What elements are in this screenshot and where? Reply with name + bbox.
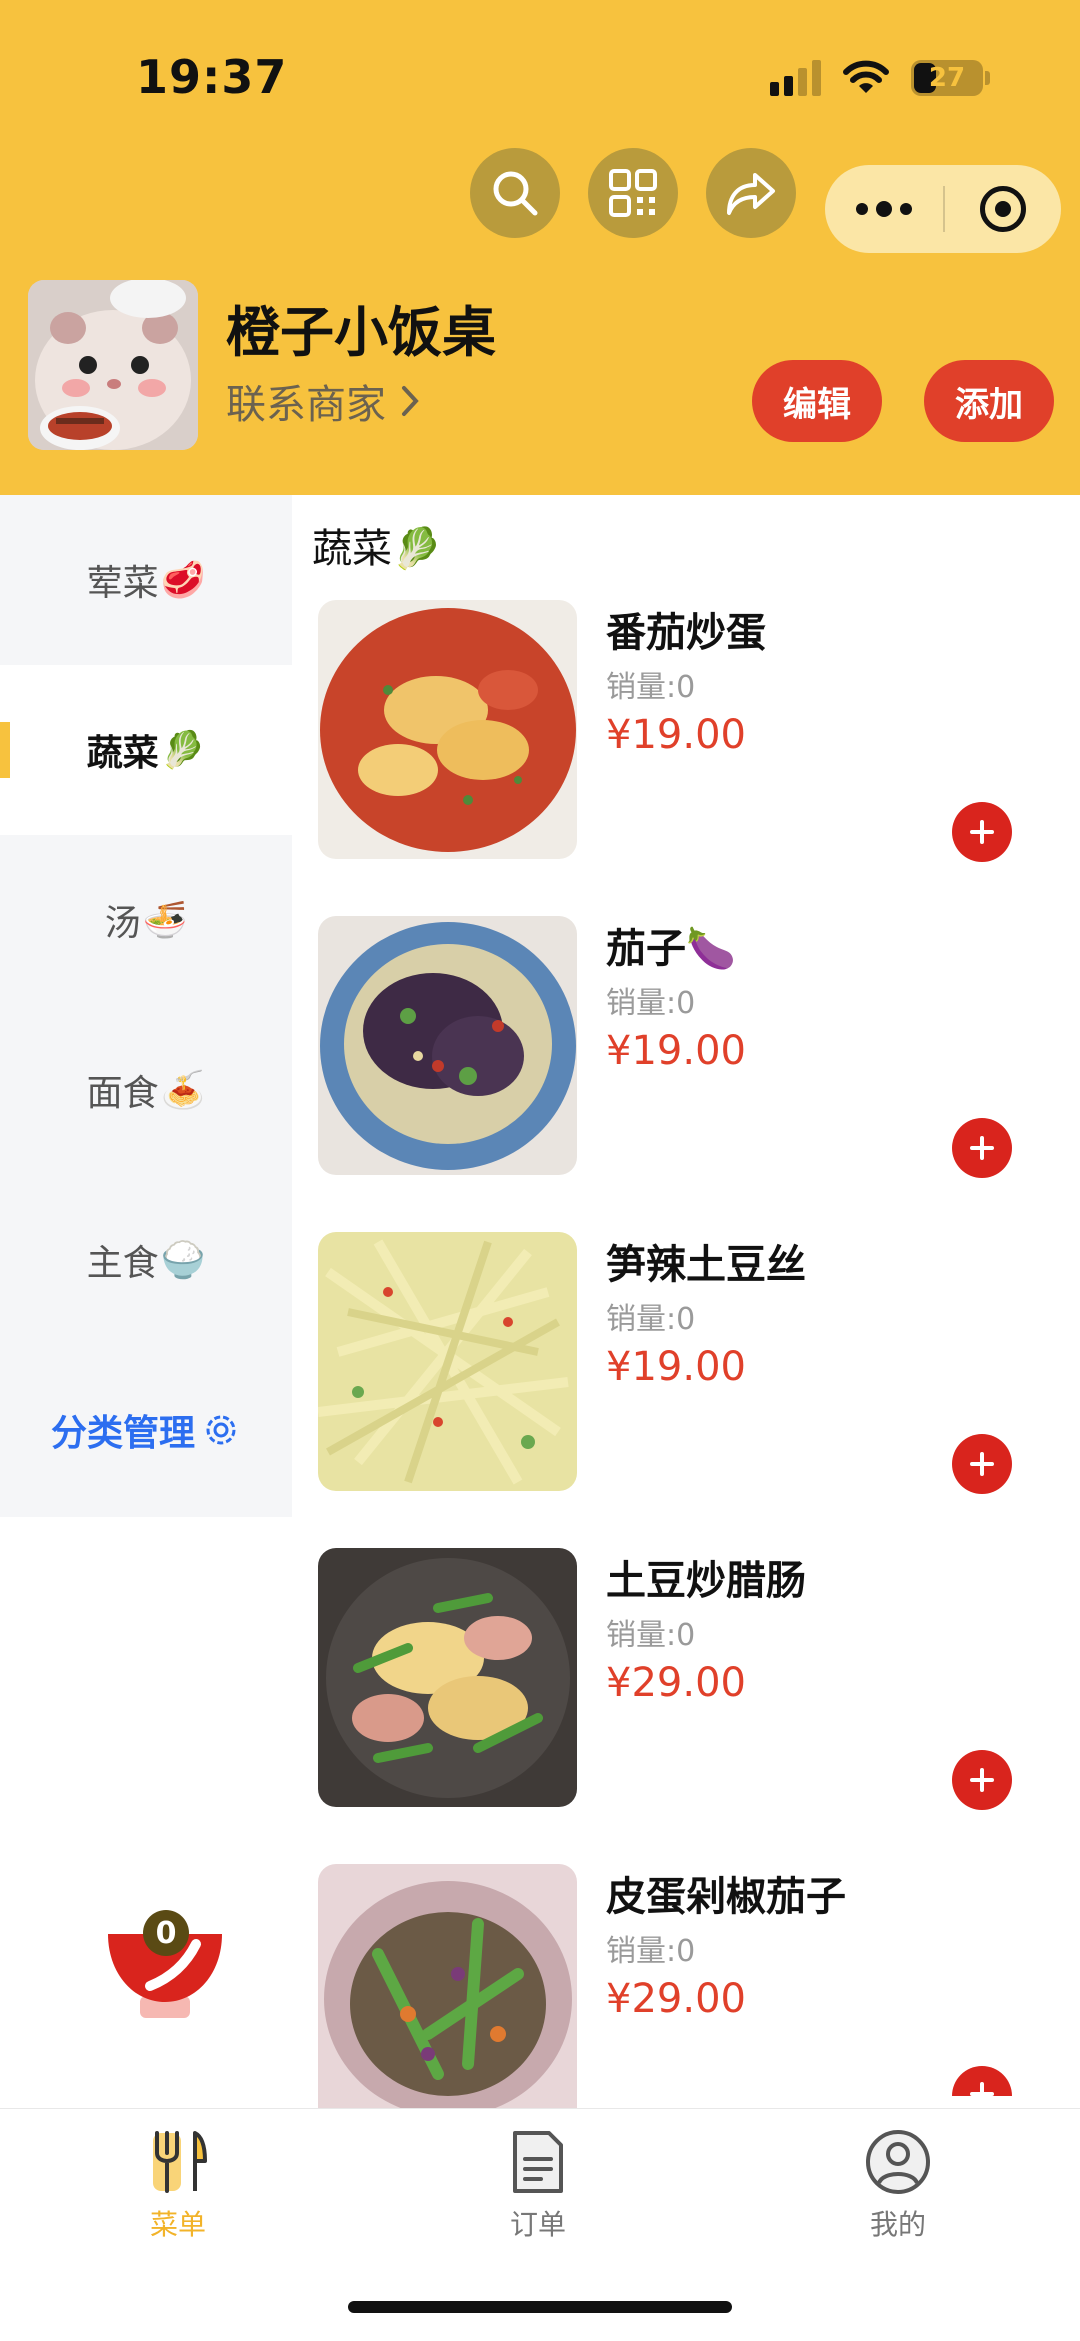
plus-icon	[970, 1768, 994, 1792]
dish-card[interactable]: 笋辣土豆丝 销量:0 ¥19.00	[318, 1232, 1058, 1494]
document-icon	[513, 2131, 563, 2193]
contact-merchant-link[interactable]: 联系商家	[226, 372, 420, 430]
status-icons: 27	[770, 56, 990, 100]
qr-code-button[interactable]	[588, 148, 678, 238]
dish-name: 土豆炒腊肠	[606, 1558, 806, 1604]
tab-orders[interactable]: 订单	[438, 2127, 638, 2243]
dish-photo	[318, 1548, 577, 1807]
bowl-emoji-icon: 🍜	[142, 900, 188, 941]
sidebar-item-noodles[interactable]: 面食 🍝	[0, 1005, 292, 1175]
leafy-green-emoji-icon: 🥬	[392, 526, 442, 572]
tab-label: 我的	[869, 2208, 926, 2241]
spaghetti-emoji-icon: 🍝	[160, 1070, 206, 1111]
target-icon	[980, 186, 1026, 232]
share-icon	[727, 173, 775, 215]
section-title: 蔬菜🥬	[312, 516, 442, 574]
tab-profile[interactable]: 我的	[798, 2127, 998, 2243]
leafy-green-emoji-icon: 🥬	[160, 730, 206, 771]
dish-photo	[318, 1232, 577, 1491]
header: 19:37 27 橙子小饭桌 联系商家 编辑 添加	[0, 0, 1080, 495]
sidebar-item-label: 荤菜	[86, 563, 159, 604]
status-time: 19:37	[136, 50, 288, 104]
category-manage-button[interactable]: 分类管理	[0, 1345, 292, 1515]
edit-button[interactable]: 编辑	[752, 360, 882, 442]
plus-icon	[970, 1136, 994, 1160]
share-button[interactable]	[706, 148, 796, 238]
add-to-cart-button[interactable]	[952, 1118, 1012, 1178]
plus-icon	[970, 820, 994, 844]
contact-merchant-label: 联系商家	[226, 382, 386, 428]
add-to-cart-button[interactable]	[952, 2066, 1012, 2096]
cellular-signal-icon	[770, 60, 821, 96]
dish-sales: 销量:0	[606, 1302, 696, 1337]
sidebar-item-label: 蔬菜	[86, 733, 159, 774]
dish-sales: 销量:0	[606, 1618, 696, 1653]
hamster-avatar-image	[28, 280, 198, 450]
dish-photo	[318, 1864, 577, 2108]
add-to-cart-button[interactable]	[952, 802, 1012, 862]
dish-sales: 销量:0	[606, 670, 696, 705]
dish-name: 皮蛋剁椒茄子	[606, 1874, 846, 1920]
sidebar-item-vegetable[interactable]: 蔬菜 🥬	[0, 665, 292, 835]
search-button[interactable]	[470, 148, 560, 238]
chevron-right-icon	[402, 386, 419, 416]
tab-label: 菜单	[149, 2208, 206, 2241]
add-to-cart-button[interactable]	[952, 1434, 1012, 1494]
plus-icon	[970, 1452, 994, 1476]
cart-count-badge: 0	[143, 1910, 189, 1956]
sidebar-item-label: 面食	[86, 1073, 159, 1114]
dish-price: ¥19.00	[606, 1344, 746, 1390]
home-indicator	[348, 2301, 732, 2313]
search-icon	[493, 171, 538, 216]
shop-avatar[interactable]	[28, 280, 198, 450]
dish-card[interactable]: 茄子🍆 销量:0 ¥19.00	[318, 916, 1058, 1178]
wifi-icon	[843, 60, 889, 93]
rice-emoji-icon: 🍚	[160, 1240, 206, 1281]
dish-price: ¥19.00	[606, 712, 746, 758]
more-dot-icon	[856, 203, 868, 215]
more-dot-icon	[876, 201, 892, 217]
tab-label: 订单	[509, 2208, 566, 2241]
dish-name: 番茄炒蛋	[606, 610, 766, 656]
close-miniprogram-button[interactable]	[945, 165, 1061, 253]
qr-code-icon	[609, 169, 657, 217]
dish-price: ¥29.00	[606, 1976, 746, 2022]
dish-sales: 销量:0	[606, 986, 696, 1021]
gear-icon	[206, 1415, 236, 1445]
fork-knife-icon	[153, 2131, 207, 2193]
battery-icon: 27	[911, 60, 983, 96]
dish-price: ¥29.00	[606, 1660, 746, 1706]
plus-icon	[970, 2082, 994, 2096]
sidebar-item-meat[interactable]: 荤菜 🥩	[0, 495, 292, 665]
dish-card[interactable]: 皮蛋剁椒茄子 销量:0 ¥29.00	[318, 1864, 1058, 2126]
dish-photo	[318, 916, 577, 1175]
category-sidebar: 荤菜 🥩 蔬菜 🥬 汤 🍜 面食 🍝 主食 🍚 分类管理	[0, 495, 292, 1517]
profile-icon	[866, 2130, 930, 2194]
dish-sales: 销量:0	[606, 1934, 696, 1969]
meat-emoji-icon: 🥩	[160, 560, 206, 601]
sidebar-item-label: 主食	[86, 1243, 159, 1284]
sidebar-item-staple[interactable]: 主食 🍚	[0, 1175, 292, 1345]
shop-name: 橙子小饭桌	[226, 301, 496, 364]
sidebar-item-label: 汤	[104, 903, 141, 944]
dish-name: 笋辣土豆丝	[606, 1242, 806, 1288]
more-dot-icon	[900, 203, 912, 215]
section-title-label: 蔬菜	[312, 526, 392, 572]
more-button[interactable]	[825, 165, 943, 253]
dish-card[interactable]: 番茄炒蛋 销量:0 ¥19.00	[318, 600, 1058, 862]
dish-name: 茄子🍆	[606, 926, 736, 972]
category-manage-label: 分类管理	[50, 1413, 195, 1454]
tab-menu[interactable]: 菜单	[78, 2127, 278, 2243]
dish-price: ¥19.00	[606, 1028, 746, 1074]
battery-level: 27	[928, 63, 966, 93]
sidebar-item-soup[interactable]: 汤 🍜	[0, 835, 292, 1005]
dish-photo	[318, 600, 577, 859]
add-to-cart-button[interactable]	[952, 1750, 1012, 1810]
add-button[interactable]: 添加	[924, 360, 1054, 442]
miniprogram-capsule	[825, 165, 1061, 253]
dish-card[interactable]: 土豆炒腊肠 销量:0 ¥29.00	[318, 1548, 1058, 1810]
